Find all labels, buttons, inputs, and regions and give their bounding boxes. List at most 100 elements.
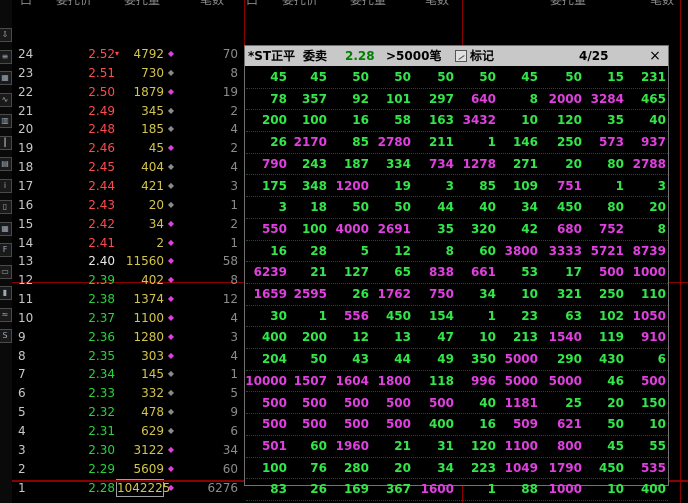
queue-cell: 45 <box>310 70 327 84</box>
table-icon[interactable]: ▤ <box>0 157 12 171</box>
queue-cell: 250 <box>598 287 624 301</box>
document-icon[interactable]: ▯ <box>0 200 12 214</box>
queue-cell: 26 <box>352 287 369 301</box>
order-book-row[interactable]: 6 2.33 332 ◆ 5 <box>12 383 244 403</box>
level-number: 13 <box>18 254 34 269</box>
order-book-row[interactable]: 3 2.30 3122 ◆ 34 <box>12 440 244 460</box>
queue-cell: 45 <box>607 438 624 453</box>
order-book-row[interactable]: 20 2.48 185 ◆ 4 <box>12 119 244 139</box>
header-cell: 委托量 <box>350 0 387 7</box>
order-book-row[interactable]: 17 2.44 421 ◆ 3 <box>12 176 244 196</box>
queue-cell: 45 <box>270 70 287 84</box>
order-book-row[interactable]: 21 2.49 345 ◆ 2 <box>12 101 244 121</box>
order-book-row[interactable]: 15 2.42 34 ◆ 2 <box>12 214 244 234</box>
order-count: 4 <box>230 348 238 363</box>
mark-checkbox-icon[interactable] <box>455 50 467 62</box>
header-cell: 笔数 <box>200 0 225 7</box>
order-book-row[interactable]: 14 2.41 2 ◆ 1 <box>12 233 244 253</box>
queue-cell: 1278 <box>462 156 496 171</box>
queue-cell: 50 <box>607 417 624 432</box>
queue-cell: 31 <box>437 438 454 453</box>
queue-cell: 2788 <box>632 156 666 171</box>
candle-icon[interactable]: ┃ <box>0 135 12 150</box>
diamond-icon: ◆ <box>167 180 175 190</box>
grid-icon[interactable]: ▦ <box>0 71 12 85</box>
order-book-row[interactable]: 11 2.38 1374 ◆ 12 <box>12 289 244 309</box>
calculator-icon[interactable]: ▦ <box>0 221 12 236</box>
order-price: 2.36 <box>88 329 115 344</box>
order-book-row[interactable]: 18 2.45 404 ◆ 4 <box>12 157 244 177</box>
queue-cell: 34 <box>521 200 538 215</box>
order-price: 2.51 <box>88 65 115 80</box>
queue-cell: 43 <box>352 352 369 367</box>
popup-title-bar[interactable]: *ST正平 委卖 2.28 >5000笔 标记 4/25 × <box>245 46 668 66</box>
queue-cell: 120 <box>556 113 582 128</box>
queue-cell: 45 <box>521 70 538 84</box>
queue-cell: 621 <box>556 417 582 432</box>
order-queue-popup[interactable]: *ST正平 委卖 2.28 >5000笔 标记 4/25 × 45 45 50 50 5… <box>244 45 669 501</box>
order-book-row[interactable]: 9 2.36 1280 ◆ 3 <box>12 327 244 347</box>
queue-cell: 8 <box>445 243 454 258</box>
arrow-down-icon[interactable]: ⇩ <box>0 28 12 42</box>
order-book-row[interactable]: 5 2.32 478 ◆ 9 <box>12 402 244 422</box>
queue-cell: 35 <box>607 113 624 128</box>
queue-cell: 3 <box>278 200 287 215</box>
queue-cell: 46 <box>607 373 624 388</box>
chart-bar-icon[interactable]: ▥ <box>0 114 12 128</box>
diamond-icon: ◆ <box>167 218 175 228</box>
queue-cell: 500 <box>640 373 666 388</box>
stock-name: *ST正平 <box>248 49 296 63</box>
order-count: 8 <box>230 65 238 80</box>
queue-cell: 20 <box>565 156 582 171</box>
wave-icon[interactable]: ≈ <box>0 307 12 322</box>
order-book-row[interactable]: 12 2.39 402 ◆ 8 <box>12 270 244 290</box>
queue-cell: 320 <box>470 221 496 236</box>
bookmark-icon[interactable]: ▮ <box>0 286 12 300</box>
queue-cell: 800 <box>556 438 582 453</box>
order-price: 2.37 <box>88 310 115 325</box>
order-book-row[interactable]: 16 2.43 20 ◆ 1 <box>12 195 244 215</box>
order-book-row[interactable]: 24 2.52 4792 ◆ 70 ▾ <box>12 44 244 64</box>
queue-cell: 2780 <box>377 135 411 150</box>
filter-label[interactable]: >5000笔 <box>386 46 441 66</box>
queue-row: 400 200 12 13 47 10 213 1540 119 910 <box>246 327 668 350</box>
header-cell: 笔数 <box>425 0 450 7</box>
queue-cell: 200 <box>301 330 327 345</box>
order-count: 6 <box>230 424 238 438</box>
info-icon[interactable]: i <box>0 178 12 193</box>
header-cell: 委托价 <box>282 0 319 7</box>
queue-cell: 175 <box>261 178 287 193</box>
chart-line-icon[interactable]: ∿ <box>0 92 12 107</box>
queue-cell: 28 <box>310 243 327 258</box>
s-icon[interactable]: S <box>0 329 12 343</box>
queue-cell: 102 <box>598 308 624 323</box>
order-book-row[interactable]: 19 2.46 45 ◆ 2 <box>12 138 244 158</box>
diamond-icon: ◆ <box>167 350 175 360</box>
mark-label[interactable]: 标记 <box>470 46 494 66</box>
level-number: 9 <box>18 329 26 344</box>
order-price: 2.48 <box>88 122 115 137</box>
close-icon[interactable]: × <box>648 47 662 65</box>
queue-cell: 100 <box>261 460 287 475</box>
queue-cell: 50 <box>352 70 369 84</box>
diamond-icon: ◆ <box>167 388 175 398</box>
order-count: 1 <box>230 235 238 250</box>
list-icon[interactable]: ≡ <box>0 49 12 64</box>
f12-icon[interactable]: F <box>0 243 12 257</box>
order-count: 60 <box>222 461 238 476</box>
queue-cell: 50 <box>565 70 582 84</box>
order-book-row[interactable]: 23 2.51 730 ◆ 8 <box>12 63 244 83</box>
news-icon[interactable]: ▭ <box>0 264 12 279</box>
order-book-row[interactable]: 22 2.50 1879 ◆ 19 <box>12 82 244 102</box>
order-book-row[interactable]: 13 2.40 11560 ◆ 58 <box>12 251 244 271</box>
queue-cell: 163 <box>428 113 454 128</box>
order-book-row[interactable]: 4 2.31 629 ◆ 6 <box>12 421 244 441</box>
order-book-row[interactable]: 7 2.34 145 ◆ 1 <box>12 364 244 384</box>
queue-cell: 65 <box>394 265 411 280</box>
level-number: 20 <box>18 122 34 137</box>
queue-cell: 50 <box>437 70 454 84</box>
order-book-row[interactable]: 8 2.35 303 ◆ 4 <box>12 346 244 366</box>
order-book-row[interactable]: 10 2.37 1100 ◆ 4 <box>12 308 244 328</box>
queue-cell: 10 <box>649 417 666 432</box>
order-book-row[interactable]: 2 2.29 5609 ◆ 60 <box>12 459 244 479</box>
